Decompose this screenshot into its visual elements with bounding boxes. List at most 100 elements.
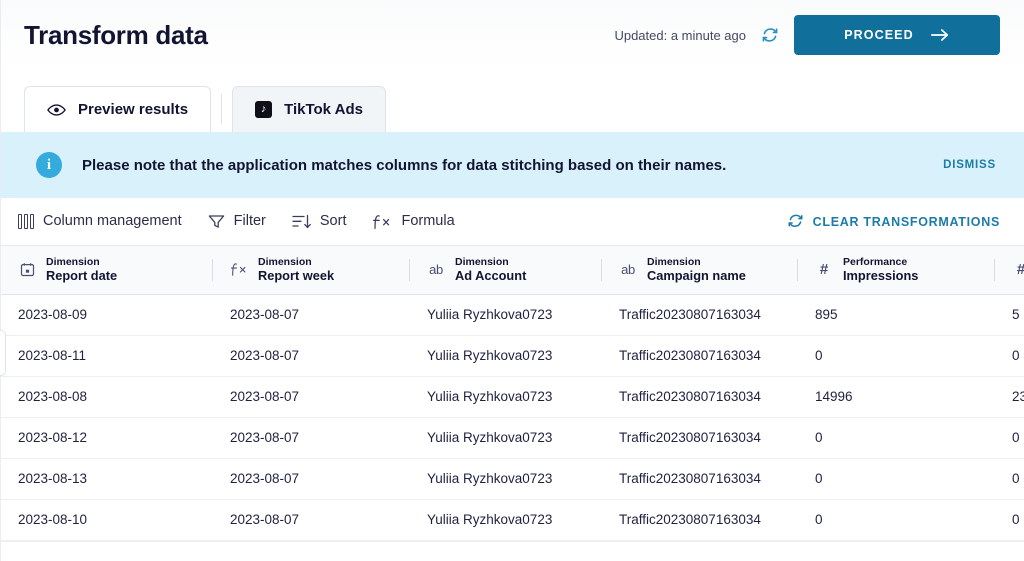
tab-tiktok-ads[interactable]: ♪ TikTok Ads bbox=[232, 86, 386, 132]
cell-campaign-name: Traffic20230807163034 bbox=[619, 430, 761, 445]
tab-preview-results[interactable]: Preview results bbox=[24, 86, 212, 132]
table-row[interactable]: 2023-08-13 2023-08-07 Yuliia Ryzhkova072… bbox=[0, 458, 1024, 499]
column-name-label: Impressions bbox=[843, 267, 919, 283]
refresh-icon[interactable] bbox=[760, 25, 780, 45]
cell-campaign-name: Traffic20230807163034 bbox=[619, 348, 761, 363]
cell-ad-account: Yuliia Ryzhkova0723 bbox=[427, 512, 553, 527]
transform-data-page: Transform data Updated: a minute ago PRO… bbox=[0, 0, 1024, 561]
column-name-label: Campaign name bbox=[647, 267, 746, 283]
sort-button[interactable]: Sort bbox=[292, 214, 346, 229]
cell-truncated-metric: 5 bbox=[1012, 307, 1020, 322]
cell-report-week: 2023-08-07 bbox=[230, 471, 300, 486]
column-header-report-date[interactable]: Dimension Report date bbox=[0, 246, 212, 295]
column-divider bbox=[797, 259, 798, 281]
proceed-button[interactable]: PROCEED bbox=[794, 15, 1000, 55]
calendar-icon bbox=[18, 261, 36, 279]
funnel-icon bbox=[208, 214, 225, 229]
cell-campaign-name: Traffic20230807163034 bbox=[619, 471, 761, 486]
updated-status: Updated: a minute ago bbox=[614, 27, 746, 43]
hash-icon: # bbox=[1012, 261, 1024, 279]
column-header-report-week[interactable]: Dimension Report week bbox=[212, 246, 409, 295]
column-header-ad-account[interactable]: ab Dimension Ad Account bbox=[409, 246, 601, 295]
table-row[interactable]: 2023-08-10 2023-08-07 Yuliia Ryzhkova072… bbox=[0, 499, 1024, 540]
tiktok-icon: ♪ bbox=[255, 101, 273, 118]
cell-report-date: 2023-08-10 bbox=[18, 512, 88, 527]
cell-report-week: 2023-08-07 bbox=[230, 389, 300, 404]
header-actions: Updated: a minute ago PROCEED bbox=[614, 15, 1000, 55]
cell-report-week: 2023-08-07 bbox=[230, 430, 300, 445]
cell-report-week: 2023-08-07 bbox=[230, 348, 300, 363]
fx-icon bbox=[372, 214, 392, 230]
filter-button[interactable]: Filter bbox=[208, 214, 266, 229]
column-header-truncated[interactable]: # bbox=[994, 246, 1024, 295]
table-bottom-area bbox=[0, 540, 1024, 561]
table-row[interactable]: 2023-08-08 2023-08-07 Yuliia Ryzhkova072… bbox=[0, 376, 1024, 417]
column-group-label: Performance bbox=[843, 255, 908, 268]
clear-transformations-label: CLEAR TRANSFORMATIONS bbox=[812, 214, 1000, 229]
arrow-right-icon bbox=[930, 29, 948, 41]
dismiss-button[interactable]: DISMISS bbox=[943, 159, 1000, 171]
tab-preview-results-label: Preview results bbox=[78, 101, 189, 118]
info-banner: i Please note that the application match… bbox=[0, 132, 1024, 198]
tab-tiktok-ads-label: TikTok Ads bbox=[284, 101, 363, 118]
column-divider bbox=[994, 259, 995, 281]
cell-ad-account: Yuliia Ryzhkova0723 bbox=[427, 471, 553, 486]
column-divider bbox=[409, 259, 410, 281]
column-header-impressions[interactable]: # Performance Impressions bbox=[797, 246, 994, 295]
column-group-label: Dimension bbox=[455, 255, 509, 268]
eye-icon bbox=[47, 103, 66, 117]
cell-impressions: 0 bbox=[815, 471, 823, 486]
cell-truncated-metric: 0 bbox=[1012, 471, 1020, 486]
ab-icon: ab bbox=[621, 262, 635, 278]
cell-impressions: 0 bbox=[815, 512, 823, 527]
table-row[interactable]: 2023-08-11 2023-08-07 Yuliia Ryzhkova072… bbox=[0, 335, 1024, 376]
page-header: Transform data Updated: a minute ago PRO… bbox=[0, 0, 1024, 70]
cell-report-week: 2023-08-07 bbox=[230, 512, 300, 527]
cell-campaign-name: Traffic20230807163034 bbox=[619, 307, 761, 322]
cell-truncated-metric: 0 bbox=[1012, 348, 1020, 363]
column-name-label: Report week bbox=[258, 267, 335, 283]
data-table: Dimension Report date Dimension Report w… bbox=[0, 246, 1024, 541]
cell-report-date: 2023-08-12 bbox=[18, 430, 88, 445]
column-divider bbox=[212, 259, 213, 281]
table-body: 2023-08-09 2023-08-07 Yuliia Ryzhkova072… bbox=[0, 294, 1024, 540]
cell-impressions: 0 bbox=[815, 348, 823, 363]
cell-report-date: 2023-08-13 bbox=[18, 471, 88, 486]
column-name-label: Ad Account bbox=[455, 267, 527, 283]
left-rail bbox=[0, 0, 1, 561]
cell-truncated-metric: 230 bbox=[1012, 389, 1024, 404]
left-drawer-handle[interactable] bbox=[0, 330, 6, 376]
cell-report-week: 2023-08-07 bbox=[230, 307, 300, 322]
column-group-label: Dimension bbox=[647, 255, 701, 268]
column-group-label: Dimension bbox=[46, 255, 100, 268]
formula-button[interactable]: Formula bbox=[372, 213, 455, 230]
hash-icon: # bbox=[819, 261, 829, 279]
column-divider bbox=[601, 259, 602, 281]
cell-report-date: 2023-08-09 bbox=[18, 307, 88, 322]
transform-toolbar: Column management Filter Sort Formula CL… bbox=[0, 198, 1024, 246]
column-management-label: Column management bbox=[43, 213, 182, 230]
cell-ad-account: Yuliia Ryzhkova0723 bbox=[427, 430, 553, 445]
table-row[interactable]: 2023-08-12 2023-08-07 Yuliia Ryzhkova072… bbox=[0, 417, 1024, 458]
info-icon: i bbox=[36, 152, 62, 178]
column-name-label: Report date bbox=[46, 267, 118, 283]
tab-bar: Preview results ♪ TikTok Ads bbox=[0, 70, 1024, 132]
cell-ad-account: Yuliia Ryzhkova0723 bbox=[427, 389, 553, 404]
cell-ad-account: Yuliia Ryzhkova0723 bbox=[427, 348, 553, 363]
cell-impressions: 0 bbox=[815, 430, 823, 445]
column-header-campaign-name[interactable]: ab Dimension Campaign name bbox=[601, 246, 797, 295]
cell-report-date: 2023-08-08 bbox=[18, 389, 88, 404]
sort-icon bbox=[292, 214, 311, 229]
data-table-wrapper: Dimension Report date Dimension Report w… bbox=[0, 246, 1024, 561]
filter-label: Filter bbox=[233, 213, 266, 230]
clear-transformations-button[interactable]: CLEAR TRANSFORMATIONS bbox=[787, 212, 1000, 232]
page-title: Transform data bbox=[24, 19, 208, 50]
formula-label: Formula bbox=[401, 213, 455, 230]
table-row[interactable]: 2023-08-09 2023-08-07 Yuliia Ryzhkova072… bbox=[0, 294, 1024, 335]
cell-campaign-name: Traffic20230807163034 bbox=[619, 512, 761, 527]
tab-separator bbox=[221, 94, 223, 124]
ab-icon: ab bbox=[429, 262, 443, 278]
column-management-button[interactable]: Column management bbox=[18, 214, 182, 229]
cell-report-date: 2023-08-11 bbox=[18, 348, 87, 363]
columns-icon bbox=[18, 214, 34, 229]
